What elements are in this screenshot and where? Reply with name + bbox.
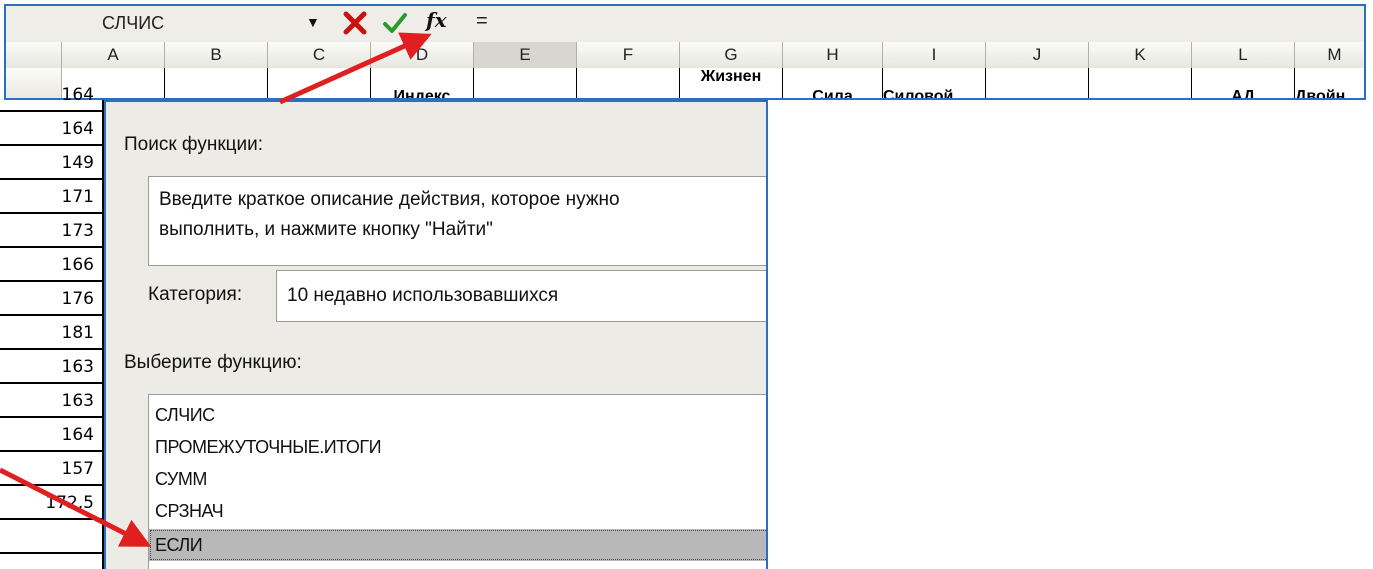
column-header[interactable]: E	[474, 42, 577, 68]
table-row[interactable]: 164	[0, 112, 102, 146]
column-a-values: 164 164 149 171 173 166 176 181 163 163 …	[0, 85, 104, 569]
checkmark-icon[interactable]	[381, 9, 409, 37]
choose-function-label: Выберите функцию:	[124, 352, 302, 373]
select-all-corner[interactable]	[6, 42, 62, 68]
x-icon[interactable]	[341, 9, 369, 37]
table-row[interactable]: 166	[0, 248, 102, 282]
column-header[interactable]: F	[577, 42, 680, 68]
cell-text: Жизнен	[700, 68, 762, 85]
list-item[interactable]: ПРОМЕЖУТОЧНЫЕ.ИТОГИ	[149, 431, 766, 463]
search-placeholder-line2: выполнить, и нажмите кнопку "Найти"	[159, 219, 493, 240]
column-header[interactable]: I	[883, 42, 986, 68]
table-row[interactable]: 176	[0, 282, 102, 316]
cell[interactable]: Сила	[783, 68, 883, 100]
excel-window-top: СЛЧИС ▼ fx = A B C D E F G H I J K L M И…	[4, 4, 1366, 100]
cell-text: Двойн	[1295, 88, 1346, 100]
cell[interactable]	[986, 68, 1089, 98]
column-header[interactable]: D	[371, 42, 474, 68]
column-header[interactable]: L	[1192, 42, 1295, 68]
cell-text: Силовой	[883, 88, 954, 100]
column-headers: A B C D E F G H I J K L M	[6, 42, 1364, 69]
table-row[interactable]: 163	[0, 350, 102, 384]
column-header[interactable]: C	[268, 42, 371, 68]
list-item[interactable]: СЛЧИС	[149, 399, 766, 431]
fx-icon[interactable]: fx	[426, 8, 447, 32]
cell[interactable]: Двойн	[1295, 68, 1364, 100]
cell-text: АД	[1231, 88, 1255, 100]
triangle-down-icon[interactable]: ▼	[306, 14, 320, 30]
list-item-selected[interactable]: ЕСЛИ	[149, 529, 766, 561]
cell-text: Индекс	[393, 88, 451, 100]
column-header[interactable]: J	[986, 42, 1089, 68]
cell[interactable]: АД	[1192, 68, 1295, 100]
category-label: Категория:	[148, 284, 243, 305]
cell[interactable]	[268, 68, 371, 98]
list-item[interactable]: СРЗНАЧ	[149, 495, 766, 527]
table-row[interactable]: 173	[0, 214, 102, 248]
cell[interactable]: Жизнен	[680, 68, 783, 98]
name-box[interactable]: СЛЧИС	[102, 10, 322, 36]
column-header[interactable]: M	[1295, 42, 1364, 68]
formula-bar: СЛЧИС ▼ fx =	[6, 6, 1364, 43]
list-item[interactable]: СУММ	[149, 463, 766, 495]
cell-text: Сила	[812, 88, 853, 100]
table-row[interactable]: 163	[0, 384, 102, 418]
table-row[interactable]: 149	[0, 146, 102, 180]
insert-function-dialog: Поиск функции: Введите краткое описание …	[104, 100, 768, 569]
function-list[interactable]: СЛЧИС ПРОМЕЖУТОЧНЫЕ.ИТОГИ СУММ СРЗНАЧ ЕС…	[148, 394, 766, 569]
table-row[interactable]: 164	[0, 78, 102, 112]
category-select[interactable]: 10 недавно использовавшихся	[276, 270, 766, 322]
column-header[interactable]: H	[783, 42, 883, 68]
table-row[interactable]: 181	[0, 316, 102, 350]
table-row[interactable]	[0, 520, 102, 554]
column-header[interactable]: G	[680, 42, 783, 68]
column-header[interactable]: A	[62, 42, 165, 68]
table-row[interactable]: 171	[0, 180, 102, 214]
cell[interactable]: Силовой	[883, 68, 986, 100]
header-data-row: Индекс Жизнен Сила Силовой АД Двойн	[6, 68, 1364, 100]
cell[interactable]	[1089, 68, 1192, 98]
table-row[interactable]: 164	[0, 418, 102, 452]
column-header[interactable]: B	[165, 42, 268, 68]
table-row[interactable]: 172,5	[0, 486, 102, 520]
formula-input[interactable]: =	[476, 10, 488, 33]
search-label: Поиск функции:	[124, 134, 264, 155]
cell[interactable]	[165, 68, 268, 98]
column-header[interactable]: K	[1089, 42, 1192, 68]
table-row[interactable]: 157	[0, 452, 102, 486]
search-input[interactable]: Введите краткое описание действия, котор…	[148, 176, 766, 266]
search-placeholder-line1: Введите краткое описание действия, котор…	[159, 189, 620, 210]
cell[interactable]	[474, 68, 577, 98]
cell[interactable]	[577, 68, 680, 98]
cell[interactable]: Индекс	[371, 68, 474, 100]
